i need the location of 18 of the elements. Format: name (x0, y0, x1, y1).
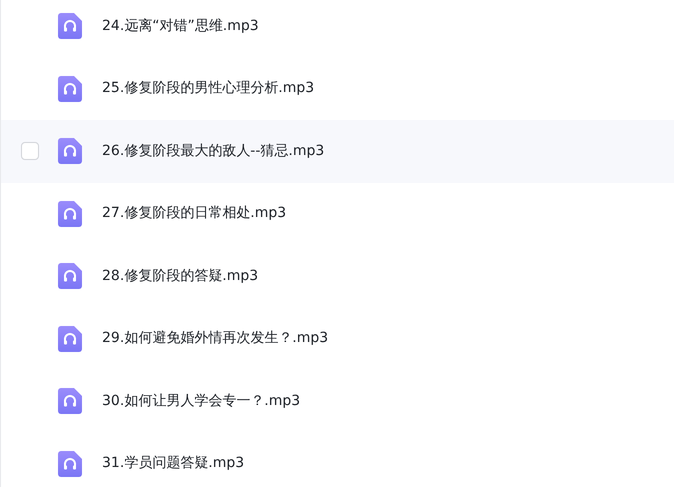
file-name[interactable]: 28.修复阶段的答疑.mp3 (102, 266, 258, 287)
audio-file-icon (58, 76, 82, 102)
file-name[interactable]: 30.如何让男人学会专一？.mp3 (102, 390, 300, 412)
file-name[interactable]: 25.修复阶段的男性心理分析.mp3 (102, 78, 314, 100)
file-name[interactable]: 29.如何避免婚外情再次发生？.mp3 (102, 328, 328, 350)
file-row[interactable]: 26.修复阶段最大的敌人--猜忌.mp3 (1, 120, 674, 182)
audio-file-icon (58, 450, 82, 477)
audio-file-icon (58, 263, 82, 290)
audio-file-icon (58, 388, 82, 414)
audio-file-icon (58, 13, 82, 40)
file-name[interactable]: 26.修复阶段最大的敌人--猜忌.mp3 (102, 140, 324, 162)
audio-file-icon (58, 200, 82, 227)
audio-file-icon (58, 326, 82, 352)
file-name[interactable]: 27.修复阶段的日常相处.mp3 (102, 203, 286, 224)
file-name[interactable]: 24.远离“对错”思维.mp3 (102, 16, 259, 37)
checkbox[interactable] (21, 142, 39, 160)
audio-file-icon (58, 138, 82, 164)
file-name[interactable]: 31.学员问题答疑.mp3 (102, 453, 244, 474)
